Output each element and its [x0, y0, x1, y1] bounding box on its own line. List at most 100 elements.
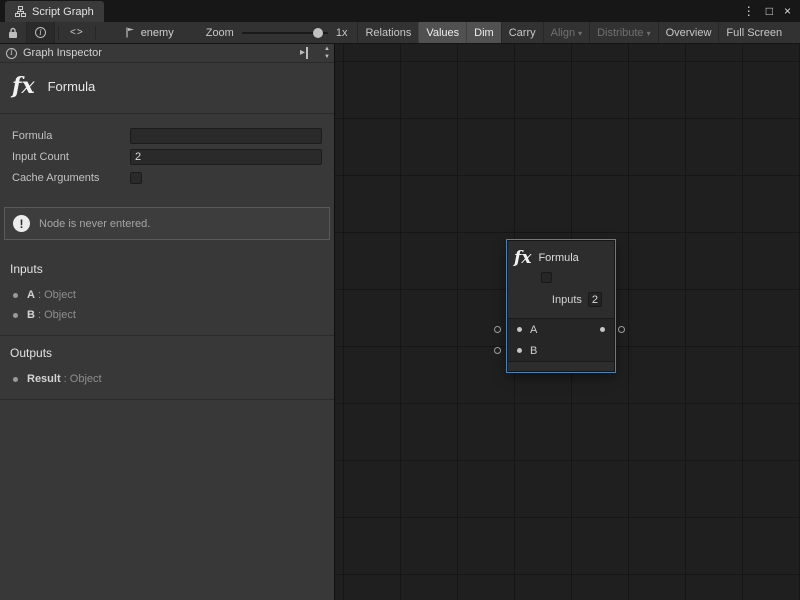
- node-port-row-b: B: [508, 340, 614, 361]
- full-screen-label: Full Screen: [726, 27, 782, 39]
- node-inputs-label: Inputs: [552, 294, 582, 306]
- formula-node-title: Formula: [538, 252, 578, 264]
- node-port-a-label: A: [530, 324, 537, 336]
- chevron-down-icon: ▾: [647, 29, 651, 38]
- maximize-icon[interactable]: □: [766, 5, 773, 17]
- input-count-input[interactable]: [130, 149, 322, 165]
- type-separator: :: [61, 373, 70, 385]
- relations-button[interactable]: Relations: [357, 22, 418, 43]
- graph-canvas[interactable]: fx Formula Inputs 2 A B: [335, 44, 800, 600]
- values-button[interactable]: Values: [418, 22, 466, 43]
- graph-reference[interactable]: enemy: [125, 27, 174, 39]
- formula-input[interactable]: [130, 128, 322, 144]
- node-inputs-count-input[interactable]: 2: [588, 292, 602, 307]
- port-dot-icon: [13, 313, 18, 318]
- align-label: Align: [551, 27, 575, 39]
- info-icon: i: [6, 48, 17, 59]
- outputs-section: Outputs Result : Object: [0, 336, 334, 400]
- align-button[interactable]: Align ▾: [543, 22, 589, 43]
- formula-node-footer: [508, 361, 614, 371]
- full-screen-button[interactable]: Full Screen: [718, 22, 789, 43]
- node-port-b-label: B: [530, 345, 537, 357]
- type-separator: :: [35, 309, 44, 321]
- titlebar: Script Graph ⋮ □ ×: [0, 0, 800, 22]
- dim-label: Dim: [474, 27, 494, 39]
- output-result-name: Result: [27, 373, 61, 385]
- formula-field-label: Formula: [12, 130, 130, 142]
- formula-fx-icon: fx: [514, 250, 531, 267]
- toolbar-separator: [58, 26, 59, 40]
- input-b-name: B: [27, 309, 35, 321]
- zoom-slider[interactable]: [242, 32, 328, 34]
- tab-script-graph[interactable]: Script Graph: [5, 1, 104, 22]
- lock-button[interactable]: [0, 22, 26, 43]
- script-graph-icon: [15, 6, 26, 17]
- dock-panel-icon[interactable]: ▸: [300, 47, 308, 59]
- external-input-port-a[interactable]: [494, 326, 501, 333]
- formula-node-header[interactable]: fx Formula Inputs 2: [508, 241, 614, 318]
- carry-label: Carry: [509, 27, 536, 39]
- zoom-label: Zoom: [206, 27, 234, 39]
- warning-text: Node is never entered.: [39, 218, 150, 230]
- toolbar: i <> enemy Zoom 1x Relations Values Dim: [0, 22, 800, 44]
- cache-arguments-checkbox[interactable]: [130, 172, 142, 184]
- relations-label: Relations: [365, 27, 411, 39]
- values-label: Values: [426, 27, 459, 39]
- unit-fields: Formula Input Count Cache Arguments: [0, 114, 334, 193]
- window-controls: ⋮ □ ×: [743, 0, 800, 22]
- overview-label: Overview: [666, 27, 712, 39]
- chevron-down-icon: ▾: [578, 29, 582, 38]
- graph-inspector-panel: i Graph Inspector ▸ ▲ ▼ fx Formula Formu…: [0, 44, 335, 600]
- edit-script-button[interactable]: <>: [62, 22, 92, 43]
- output-result-type: Object: [70, 373, 102, 385]
- inputs-section: Inputs A : Object B : Object: [0, 252, 334, 336]
- input-a-type: Object: [44, 289, 76, 301]
- external-input-port-b[interactable]: [494, 347, 501, 354]
- input-count-field-row: Input Count: [0, 147, 334, 167]
- inspector-header-title: Graph Inspector: [23, 47, 102, 59]
- lock-icon: [8, 27, 18, 39]
- formula-node[interactable]: fx Formula Inputs 2 A B: [508, 241, 614, 371]
- toolbar-separator: [95, 26, 96, 40]
- list-item: Result : Object: [0, 369, 334, 389]
- zoom-value: 1x: [336, 27, 348, 39]
- input-a-name: A: [27, 289, 35, 301]
- code-icon: <>: [70, 27, 84, 38]
- unit-title-section: fx Formula: [0, 63, 334, 114]
- warning-icon: !: [13, 215, 30, 232]
- formula-fx-icon: fx: [12, 75, 35, 97]
- scroll-up-icon[interactable]: ▲: [324, 45, 330, 53]
- warning-box: ! Node is never entered.: [4, 207, 330, 240]
- outputs-header: Outputs: [0, 344, 334, 369]
- input-port-a-icon[interactable]: [517, 327, 522, 332]
- unit-title: Formula: [48, 79, 96, 94]
- input-count-label: Input Count: [12, 151, 130, 163]
- type-separator: :: [35, 289, 44, 301]
- cache-arguments-field-row: Cache Arguments: [0, 168, 334, 188]
- tab-label: Script Graph: [32, 6, 94, 18]
- scroll-down-icon[interactable]: ▼: [324, 53, 330, 61]
- info-icon: i: [35, 27, 46, 38]
- panel-scroll-buttons[interactable]: ▲ ▼: [324, 45, 330, 61]
- inspect-toggle-button[interactable]: i: [26, 22, 55, 43]
- port-dot-icon: [13, 377, 18, 382]
- distribute-button[interactable]: Distribute ▾: [589, 22, 657, 43]
- external-output-port-result[interactable]: [618, 326, 625, 333]
- menu-icon[interactable]: ⋮: [743, 5, 755, 17]
- formula-field-row: Formula: [0, 126, 334, 146]
- formula-node-ports: A B: [508, 318, 614, 361]
- close-icon[interactable]: ×: [784, 5, 791, 17]
- overview-button[interactable]: Overview: [658, 22, 719, 43]
- inspector-header: i Graph Inspector ▸ ▲ ▼: [0, 44, 334, 63]
- list-item: A : Object: [0, 285, 334, 305]
- zoom-slider-handle[interactable]: [313, 28, 323, 38]
- zoom-control: Zoom 1x: [206, 27, 348, 39]
- flag-icon: [125, 27, 136, 38]
- carry-button[interactable]: Carry: [501, 22, 543, 43]
- cache-arguments-label: Cache Arguments: [12, 172, 130, 184]
- formula-node-checkbox[interactable]: [541, 272, 552, 283]
- inputs-header: Inputs: [0, 260, 334, 285]
- dim-button[interactable]: Dim: [466, 22, 501, 43]
- output-port-result-icon[interactable]: [600, 327, 605, 332]
- input-port-b-icon[interactable]: [517, 348, 522, 353]
